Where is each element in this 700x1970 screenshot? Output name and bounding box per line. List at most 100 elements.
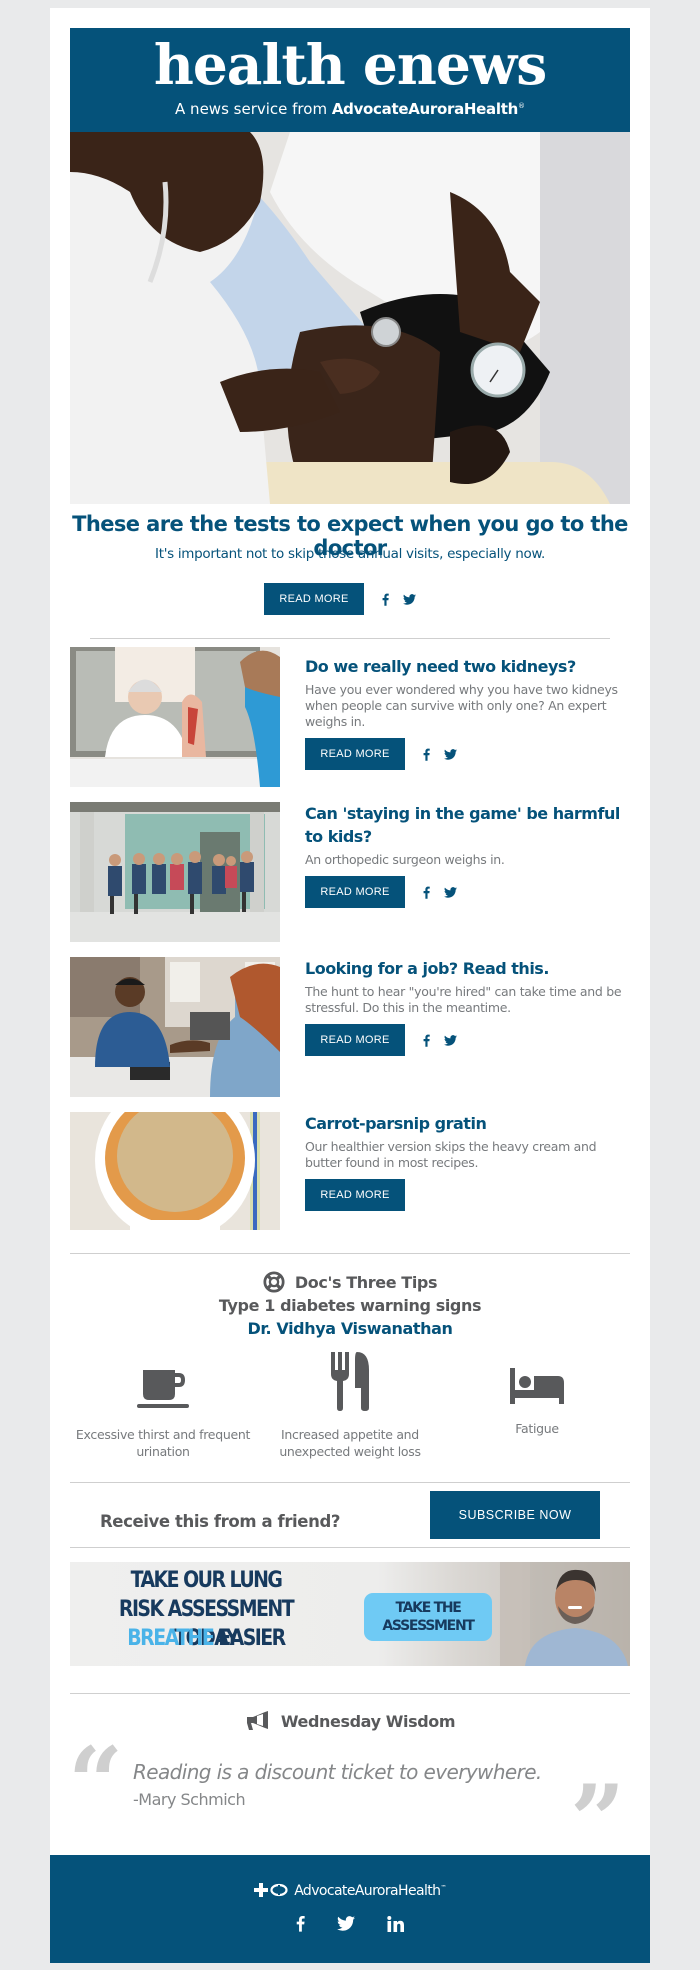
article-image (70, 957, 280, 1097)
twitter-icon[interactable] (444, 1035, 457, 1046)
banner-person-image (500, 1562, 630, 1666)
article-image (70, 1112, 280, 1230)
subscribe-prompt: Receive this from a friend? (100, 1512, 341, 1531)
divider (70, 1482, 630, 1483)
hero-article-description: It's important not to skip those annual … (155, 546, 545, 562)
tip-label: Fatigue (515, 1421, 559, 1436)
article-item: Carrot-parsnip gratin Our healthier vers… (70, 1112, 630, 1230)
banner-rest: EASIER (213, 1626, 286, 1651)
banner-headline-line1: TAKE OUR LUNG (130, 1568, 283, 1593)
banner-highlight: BREATHE (127, 1626, 214, 1651)
hero-actions: READ MORE (264, 583, 416, 615)
article-title[interactable]: Looking for a job? Read this. (305, 957, 630, 980)
read-more-button[interactable]: READ MORE (305, 1024, 405, 1056)
bed-icon (510, 1368, 564, 1404)
subscribe-now-button[interactable]: SUBSCRIBE NOW (430, 1491, 600, 1539)
article-title[interactable]: Can 'staying in the game' be harmful to … (305, 802, 630, 848)
article-thumbnail[interactable] (70, 1112, 280, 1230)
twitter-icon[interactable] (444, 749, 457, 760)
divider (70, 1547, 630, 1548)
footer-social-links (50, 1915, 650, 1932)
footer-logo-text: AdvocateAuroraHealth (294, 1883, 441, 1899)
article-description: An orthopedic surgeon weighs in. (305, 852, 505, 867)
masthead[interactable]: health enews A news service from Advocat… (70, 28, 630, 132)
article-image (70, 647, 280, 787)
article-item: Looking for a job? Read this. The hunt t… (70, 957, 630, 1097)
article-body: Can 'staying in the game' be harmful to … (305, 802, 630, 908)
footer: AdvocateAuroraHealth™ (50, 1855, 650, 1963)
hero-share-links (382, 593, 416, 606)
article-actions: READ MORE (305, 1179, 630, 1211)
fork-knife-icon (331, 1352, 369, 1411)
article-body: Do we really need two kidneys? Have you … (305, 647, 630, 770)
hero-read-more-button[interactable]: READ MORE (264, 583, 364, 615)
share-links (423, 1034, 457, 1047)
hero-image[interactable] (70, 132, 630, 504)
lung-assessment-banner[interactable]: TAKE OUR LUNG RISK ASSESSMENT TODAY BREA… (70, 1562, 630, 1666)
coffee-cup-icon (137, 1370, 189, 1408)
wisdom-section-title: Wednesday Wisdom (280, 1712, 456, 1731)
article-thumbnail[interactable] (70, 647, 280, 787)
newsletter-subtitle: A news service from AdvocateAuroraHealth… (70, 96, 630, 119)
tip-label: Excessive thirst and frequent urination (75, 1427, 251, 1459)
wisdom-author: -Mary Schmich (133, 1790, 246, 1809)
facebook-icon[interactable] (296, 1915, 305, 1932)
lifebuoy-icon (263, 1271, 285, 1293)
article-thumbnail[interactable] (70, 802, 280, 942)
cta-line1: TAKE THE (395, 1600, 461, 1616)
divider (70, 1253, 630, 1254)
article-description: Have you ever wondered why you have two … (305, 682, 618, 729)
newsletter-title: health enews (153, 32, 547, 97)
tip-item: Increased appetite and unexpected weight… (260, 1350, 440, 1460)
twitter-icon[interactable] (444, 887, 457, 898)
tip-label: Increased appetite and unexpected weight… (279, 1427, 421, 1459)
megaphone-icon (246, 1711, 268, 1730)
share-links (423, 748, 457, 761)
article-title[interactable]: Carrot-parsnip gratin (305, 1112, 630, 1135)
newsletter-card: health enews A news service from Advocat… (50, 8, 650, 1963)
twitter-icon[interactable] (337, 1916, 355, 1931)
divider (90, 638, 610, 639)
article-title[interactable]: Do we really need two kidneys? (305, 655, 630, 678)
wisdom-section-header: Wednesday Wisdom (70, 1711, 630, 1731)
twitter-icon[interactable] (403, 594, 416, 605)
subtitle-prefix: A news service from (175, 100, 332, 118)
footer-logo[interactable]: AdvocateAuroraHealth™ (50, 1855, 650, 1899)
advocate-aurora-logo-icon (254, 1883, 288, 1897)
article-body: Looking for a job? Read this. The hunt t… (305, 957, 630, 1056)
article-description: Our healthier version skips the heavy cr… (305, 1139, 597, 1170)
tip-item: Excessive thirst and frequent urination (73, 1356, 253, 1460)
divider (70, 1693, 630, 1694)
open-quote-mark: “ (68, 1726, 124, 1839)
facebook-icon[interactable] (423, 1034, 430, 1047)
article-body: Carrot-parsnip gratin Our healthier vers… (305, 1112, 630, 1211)
trademark-mark: ™ (440, 1884, 446, 1892)
tips-topic: Type 1 diabetes warning signs (218, 1296, 482, 1315)
wisdom-quote: Reading is a discount ticket to everywhe… (133, 1760, 542, 1784)
article-item: Can 'staying in the game' be harmful to … (70, 802, 630, 942)
share-links (423, 886, 457, 899)
tip-item: Fatigue (447, 1366, 627, 1437)
linkedin-icon[interactable] (387, 1915, 404, 1932)
cta-line2: ASSESSMENT (382, 1618, 475, 1634)
facebook-icon[interactable] (382, 593, 389, 606)
read-more-button[interactable]: READ MORE (305, 876, 405, 908)
facebook-icon[interactable] (423, 748, 430, 761)
facebook-icon[interactable] (423, 886, 430, 899)
article-actions: READ MORE (305, 876, 630, 908)
article-thumbnail[interactable] (70, 957, 280, 1097)
article-actions: READ MORE (305, 738, 630, 770)
article-image (70, 802, 280, 942)
take-assessment-button[interactable]: TAKE THE ASSESSMENT (364, 1593, 492, 1641)
article-description: The hunt to hear "you're hired" can take… (305, 984, 622, 1015)
read-more-button[interactable]: READ MORE (305, 1179, 405, 1211)
article-item: Do we really need two kidneys? Have you … (70, 647, 630, 787)
tips-section-title: Doc's Three Tips (294, 1273, 438, 1292)
read-more-button[interactable]: READ MORE (305, 738, 405, 770)
registered-mark: ® (517, 102, 525, 110)
banner-headline-line3: BREATHE EASIER (89, 1624, 323, 1653)
tips-author: Dr. Vidhya Viswanathan (247, 1319, 453, 1338)
subtitle-brand: AdvocateAuroraHealth (331, 100, 518, 118)
tips-section-header: Doc's Three Tips (70, 1271, 630, 1293)
article-actions: READ MORE (305, 1024, 630, 1056)
